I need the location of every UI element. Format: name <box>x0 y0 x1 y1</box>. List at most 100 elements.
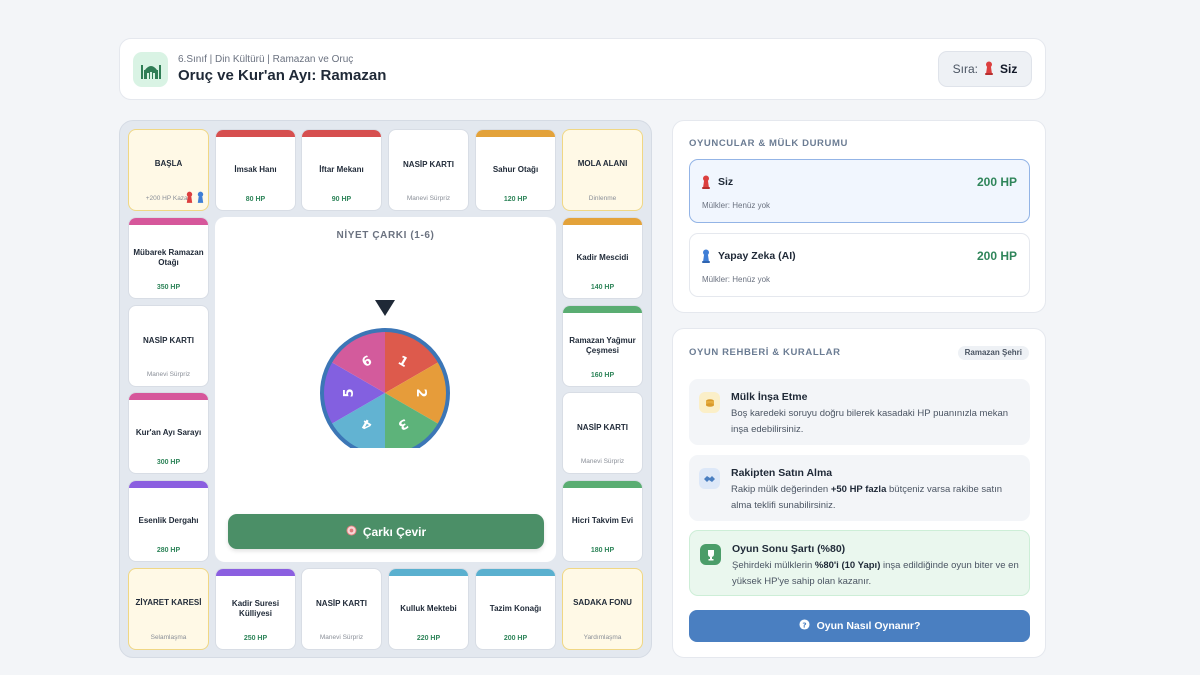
blue-pawn-token <box>196 191 205 209</box>
tile-price: 180 HP <box>590 547 615 554</box>
rule-highlight: %80'i (10 Yapı) <box>814 560 881 571</box>
tile-hicri-takvim-evi[interactable]: Hicri Takvim Evi 180 HP <box>562 480 643 562</box>
tile-color-band <box>216 569 295 576</box>
wheel-area: NİYET ÇARKI (1-6) 123456 Çarkı Çevir <box>215 217 556 562</box>
corner-visit[interactable]: ZİYARET KARESİ Selamlaşma <box>128 568 209 650</box>
tile-price: 80 HP <box>245 196 266 203</box>
rule-title: Oyun Sonu Şartı (%80) <box>732 543 846 555</box>
wheel-pointer <box>375 300 395 316</box>
handshake-icon <box>699 468 720 489</box>
players-panel: OYUNCULAR & MÜLK DURUMU Siz 200 HP Mülkl… <box>672 120 1046 313</box>
tile-nasip-karti[interactable]: NASİP KARTI Manevi Sürpriz <box>562 392 643 474</box>
player-hp: 200 HP <box>976 249 1017 263</box>
tile-name: NASİP KARTI <box>577 423 628 432</box>
rule-text: Rakip mülk değerinden +50 HP fazla bütçe… <box>731 484 1003 511</box>
corner-name: BAŞLA <box>154 159 183 168</box>
tile-name: NASİP KARTI <box>403 160 454 169</box>
tile-esenlik-dergahi[interactable]: Esenlik Dergahı 280 HP <box>128 480 209 562</box>
breadcrumb: 6.Sınıf | Din Kültürü | Ramazan ve Oruç <box>178 54 354 65</box>
mosque-icon <box>133 52 168 87</box>
tile-ramazan-yagmur-cesmesi[interactable]: Ramazan Yağmur Çeşmesi 160 HP <box>562 305 643 387</box>
tile-sub: Manevi Sürpriz <box>319 634 364 641</box>
tile-price: 90 HP <box>331 196 352 203</box>
tile-price: 200 HP <box>503 635 528 642</box>
tile-color-band <box>302 130 381 137</box>
corner-rest[interactable]: MOLA ALANI Dinlenme <box>562 129 643 211</box>
player-hp: 200 HP <box>976 175 1017 189</box>
corner-charity[interactable]: SADAKA FONU Yardımlaşma <box>562 568 643 650</box>
rule-build-property: Mülk İnşa Etme Boş karedeki soruyu doğru… <box>689 379 1030 445</box>
tile-iftar-mekani[interactable]: İftar Mekanı 90 HP <box>301 129 382 211</box>
rule-highlight: +50 HP fazla <box>830 484 887 495</box>
red-pawn-icon <box>701 175 711 194</box>
tile-name: İmsak Hanı <box>234 165 277 174</box>
blue-pawn-icon <box>701 249 711 268</box>
tile-name: Kadir Mescidi <box>576 253 629 262</box>
svg-text:?: ? <box>802 620 806 629</box>
rule-title: Rakipten Satın Alma <box>731 467 833 479</box>
tile-name: Sahur Otağı <box>492 165 539 174</box>
turn-value: Siz <box>1000 62 1018 76</box>
tile-name: Hicri Takvim Evi <box>571 516 634 525</box>
how-to-play-button[interactable]: ? Oyun Nasıl Oynanır? <box>689 610 1030 642</box>
red-pawn-icon <box>984 61 994 78</box>
tile-color-band <box>563 306 642 313</box>
tile-price: 280 HP <box>156 547 181 554</box>
city-tag: Ramazan Şehri <box>957 346 1029 360</box>
tile-mubarek-ramazan-otagi[interactable]: Mübarek Ramazan Otağı 350 HP <box>128 217 209 299</box>
corner-name: ZİYARET KARESİ <box>135 598 202 607</box>
player-card-you[interactable]: Siz 200 HP Mülkler: Henüz yok <box>689 159 1030 223</box>
tile-color-band <box>129 393 208 400</box>
turn-indicator: Sıra: Siz <box>938 51 1032 87</box>
rule-text: Şehirdeki mülklerin %80'i (10 Yapı) inşa… <box>732 560 1019 587</box>
tile-price: 120 HP <box>503 196 528 203</box>
tile-kadir-suresi-kulliyesi[interactable]: Kadir Suresi Külliyesi 250 HP <box>215 568 296 650</box>
tile-price: 300 HP <box>156 459 181 466</box>
coins-icon <box>699 392 720 413</box>
wheel-number-5: 5 <box>342 388 357 397</box>
tile-name: Mübarek Ramazan Otağı <box>133 248 204 267</box>
tile-nasip-karti[interactable]: NASİP KARTI Manevi Sürpriz <box>128 305 209 387</box>
corner-sub: Yardımlaşma <box>583 634 622 641</box>
tile-price: 350 HP <box>156 284 181 291</box>
player-card-ai[interactable]: Yapay Zeka (AI) 200 HP Mülkler: Henüz yo… <box>689 233 1030 297</box>
tile-name: İftar Mekanı <box>319 165 364 174</box>
tile-color-band <box>476 569 555 576</box>
tile-name: Kur'an Ayı Sarayı <box>135 428 202 437</box>
tile-name: Ramazan Yağmur Çeşmesi <box>569 336 636 355</box>
tile-imsak-hani[interactable]: İmsak Hanı 80 HP <box>215 129 296 211</box>
tile-color-band <box>129 481 208 488</box>
tile-color-band <box>216 130 295 137</box>
tile-nasip-karti[interactable]: NASİP KARTI Manevi Sürpriz <box>388 129 469 211</box>
guide-panel: OYUN REHBERİ & KURALLAR Ramazan Şehri Mü… <box>672 328 1046 658</box>
tile-color-band <box>563 218 642 225</box>
tile-price: 250 HP <box>243 635 268 642</box>
players-title: OYUNCULAR & MÜLK DURUMU <box>689 138 848 149</box>
tile-nasip-karti[interactable]: NASİP KARTI Manevi Sürpriz <box>301 568 382 650</box>
spin-button-label: Çarkı Çevir <box>362 524 427 539</box>
tile-sub: Manevi Sürpriz <box>146 371 191 378</box>
tile-kadir-mescidi[interactable]: Kadir Mescidi 140 HP <box>562 217 643 299</box>
rule-title: Mülk İnşa Etme <box>731 391 808 403</box>
tile-sahur-otagi[interactable]: Sahur Otağı 120 HP <box>475 129 556 211</box>
game-header: 6.Sınıf | Din Kültürü | Ramazan ve Oruç … <box>119 38 1046 100</box>
rule-text: Boş karedeki soruyu doğru bilerek kasada… <box>731 408 1009 435</box>
tile-kuran-ayi-sarayi[interactable]: Kur'an Ayı Sarayı 300 HP <box>128 392 209 474</box>
tile-price: 140 HP <box>590 284 615 291</box>
intention-wheel[interactable]: 123456 <box>315 298 455 448</box>
corner-sub: Dinlenme <box>588 195 617 202</box>
tile-tazim-konagi[interactable]: Tazim Konağı 200 HP <box>475 568 556 650</box>
tile-name: Kulluk Mektebi <box>400 604 457 613</box>
rule-game-end: Oyun Sonu Şartı (%80) Şehirdeki mülkleri… <box>689 530 1030 596</box>
wheel-number-2: 2 <box>413 388 428 397</box>
tile-kulluk-mektebi[interactable]: Kulluk Mektebi 220 HP <box>388 568 469 650</box>
how-to-play-label: Oyun Nasıl Oynanır? <box>816 620 921 632</box>
tile-price: 160 HP <box>590 372 615 379</box>
tile-color-band <box>476 130 555 137</box>
tile-color-band <box>129 218 208 225</box>
question-icon: ? <box>799 619 810 633</box>
corner-start[interactable]: BAŞLA +200 HP Kazan <box>128 129 209 211</box>
tile-price: 220 HP <box>416 635 441 642</box>
spin-wheel-button[interactable]: Çarkı Çevir <box>228 514 544 549</box>
tile-name: NASİP KARTI <box>316 599 367 608</box>
